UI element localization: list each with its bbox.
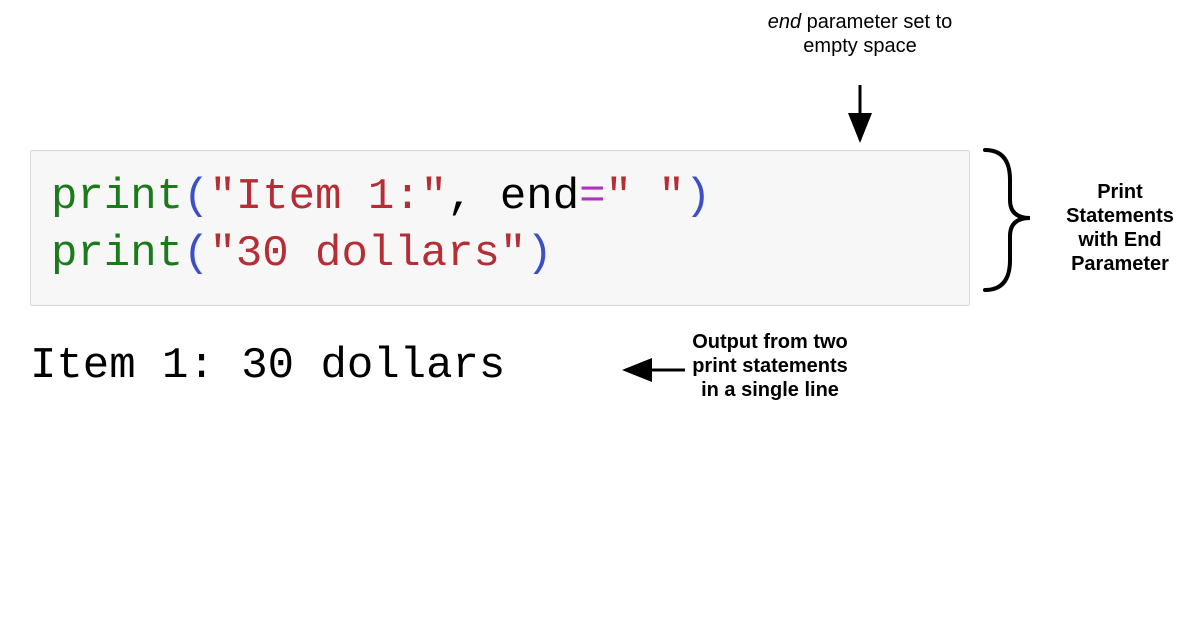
token-equals: = [579, 172, 605, 222]
token-paren-open: ( [183, 172, 209, 222]
token-paren-close: ) [685, 172, 711, 222]
token-paren-open: ( [183, 229, 209, 279]
token-comma: , [447, 172, 500, 222]
annotation-end-rest: parameter set to empty space [801, 11, 952, 57]
output-text: Item 1: 30 dollars [30, 340, 505, 393]
annotation-end-italic: end [768, 11, 801, 33]
annotation-print-statements: Print Statements with End Parameter [1045, 180, 1195, 276]
overlay-arrows [0, 0, 1200, 630]
annotation-end-parameter: end parameter set to empty space [760, 10, 960, 58]
token-string: "30 dollars" [209, 229, 526, 279]
annotation-output: Output from two print statements in a si… [690, 330, 850, 402]
token-func: print [51, 229, 183, 279]
token-string: " " [606, 172, 685, 222]
token-paren-close: ) [526, 229, 552, 279]
token-string: "Item 1:" [209, 172, 447, 222]
token-keyword: end [500, 172, 579, 222]
code-line-2: print("30 dollars") [51, 226, 949, 283]
token-func: print [51, 172, 183, 222]
code-line-1: print("Item 1:", end=" ") [51, 169, 949, 226]
code-block: print("Item 1:", end=" ") print("30 doll… [30, 150, 970, 306]
